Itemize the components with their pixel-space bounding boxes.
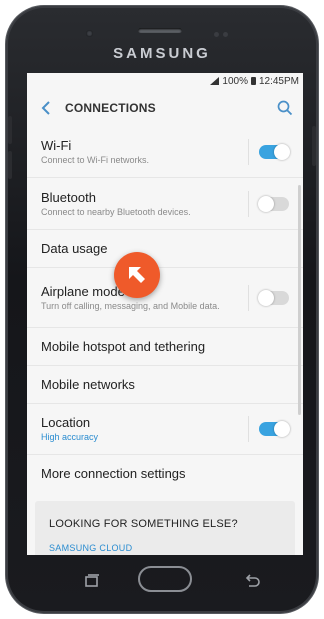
setting-label: Wi-Fi (41, 138, 72, 153)
settings-list: Wi-Fi Connect to Wi-Fi networks. Bluetoo… (27, 127, 303, 555)
setting-data-usage[interactable]: Data usage (27, 230, 303, 268)
volume-down-button (8, 151, 12, 179)
back-arrow-icon (245, 574, 260, 587)
arrow-pointer-icon (129, 267, 145, 283)
proximity-sensor (214, 32, 219, 37)
location-toggle[interactable] (259, 421, 290, 437)
battery-icon (250, 77, 256, 85)
divider (248, 190, 249, 217)
status-bar: 100% 12:45PM (27, 73, 303, 89)
navigation-bar (6, 557, 318, 605)
samsung-cloud-link[interactable]: SAMSUNG CLOUD (49, 543, 132, 553)
signal-icon (210, 77, 220, 85)
wifi-toggle[interactable] (259, 144, 290, 160)
setting-description: Connect to Wi-Fi networks. (41, 155, 150, 165)
chevron-left-icon (41, 101, 50, 115)
power-button (312, 126, 316, 166)
brand-logo: SAMSUNG (113, 45, 211, 62)
setting-label: Mobile hotspot and tethering (41, 338, 206, 354)
setting-label: Location (41, 415, 91, 430)
setting-description: Turn off calling, messaging, and Mobile … (41, 300, 220, 311)
recent-apps-button[interactable] (80, 571, 104, 591)
setting-airplane-mode[interactable]: Airplane mode Turn off calling, messagin… (27, 268, 303, 328)
scrollbar[interactable] (298, 185, 301, 415)
volume-up-button (8, 116, 12, 144)
front-camera (86, 30, 93, 37)
divider (248, 284, 249, 311)
search-button[interactable] (273, 96, 297, 120)
setting-mobile-networks[interactable]: Mobile networks (27, 366, 303, 404)
setting-bluetooth[interactable]: Bluetooth Connect to nearby Bluetooth de… (27, 178, 303, 230)
setting-description: Connect to nearby Bluetooth devices. (41, 206, 191, 217)
divider (248, 416, 249, 442)
search-icon (277, 100, 293, 116)
setting-location[interactable]: Location High accuracy (27, 404, 303, 455)
bluetooth-toggle[interactable] (258, 195, 289, 212)
page-title: CONNECTIONS (65, 101, 156, 115)
app-header: CONNECTIONS (27, 89, 303, 127)
setting-description: High accuracy (41, 432, 99, 442)
recent-apps-icon (85, 574, 99, 587)
airplane-mode-toggle[interactable] (258, 289, 289, 306)
setting-wifi[interactable]: Wi-Fi Connect to Wi-Fi networks. (27, 127, 303, 178)
setting-label: Bluetooth (41, 189, 96, 205)
card-question: LOOKING FOR SOMETHING ELSE? (49, 518, 238, 530)
suggestion-card: LOOKING FOR SOMETHING ELSE? SAMSUNG CLOU… (35, 501, 295, 555)
light-sensor (223, 32, 228, 37)
setting-more-connection[interactable]: More connection settings (27, 455, 303, 493)
back-nav-button[interactable] (240, 571, 264, 591)
setting-label: Data usage (41, 240, 108, 256)
home-button[interactable] (138, 566, 192, 592)
setting-label: Mobile networks (41, 376, 135, 392)
setting-label: More connection settings (41, 466, 186, 481)
back-button[interactable] (33, 95, 59, 121)
phone-screen: 100% 12:45PM CONNECTIONS Wi-Fi Connect t… (27, 73, 303, 555)
battery-percent: 100% (222, 75, 248, 87)
earpiece-speaker (138, 28, 182, 33)
divider (248, 139, 249, 165)
tap-indicator (114, 252, 160, 298)
clock: 12:45PM (258, 75, 299, 87)
setting-mobile-hotspot[interactable]: Mobile hotspot and tethering (27, 328, 303, 366)
